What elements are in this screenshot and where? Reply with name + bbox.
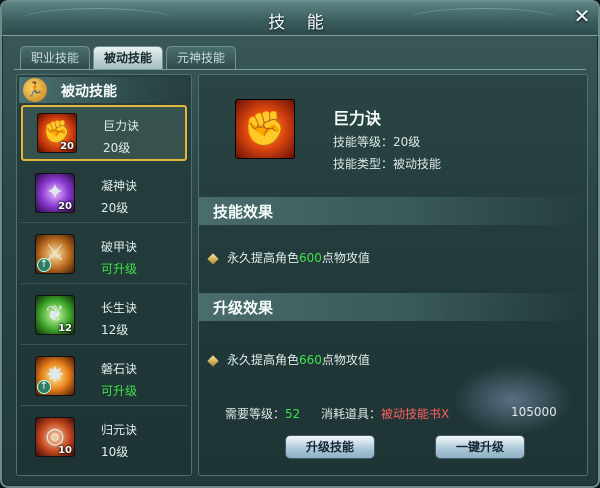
rock-icon: ✸ ↑ <box>35 356 75 396</box>
skill-item-julijue[interactable]: ✊ 20 巨力诀 20级 <box>21 105 187 161</box>
tab-bar: 职业技能 被动技能 元神技能 <box>20 46 237 70</box>
skill-level: 20级 <box>101 201 129 215</box>
effect-value: 600 <box>299 251 322 265</box>
bullet-diamond-icon <box>207 252 219 265</box>
tab-spirit-skills[interactable]: 元神技能 <box>166 46 237 70</box>
close-icon[interactable]: ✕ <box>570 5 594 29</box>
title-bar: 技 能 ✕ <box>2 2 598 36</box>
purple-spirit-icon: ✦ 20 <box>35 173 75 213</box>
skill-level: 可升级 <box>101 262 138 276</box>
skill-item-panshijue[interactable]: ✸ ↑ 磐石诀 可升级 <box>21 350 187 406</box>
fist-icon: ✊ <box>235 99 295 159</box>
armor-break-icon: ⚔ ↑ <box>35 234 75 274</box>
consume-item: 消耗道具：被动技能书X <box>321 407 450 421</box>
upgrade-section-header: 升级效果 <box>199 293 587 321</box>
skill-item-guiyuanjue[interactable]: ◎ 10 归元诀 10级 <box>21 411 187 467</box>
skill-name: 长生诀 <box>101 301 138 315</box>
effect-section-header: 技能效果 <box>199 197 587 225</box>
skill-name: 磐石诀 <box>101 362 138 376</box>
skill-name: 凝神诀 <box>101 179 138 193</box>
runner-icon: 🏃 <box>23 78 47 102</box>
skill-level: 12级 <box>101 323 129 337</box>
upgrade-effect-value: 660 <box>299 353 322 367</box>
skills-window: 技 能 ✕ 职业技能 被动技能 元神技能 🏃 被动技能 ✊ 20 巨力诀 20级… <box>0 0 600 488</box>
upgrade-effect-line: 永久提高角色660点物攻值 <box>207 351 370 368</box>
skill-name: 破甲诀 <box>101 240 138 254</box>
leaf-icon: ❦ 12 <box>35 295 75 335</box>
upgrade-arrow-icon: ↑ <box>37 380 51 394</box>
detail-skill-type: 技能类型：被动技能 <box>333 157 442 171</box>
skill-level: 可升级 <box>101 384 138 398</box>
one-key-upgrade-button[interactable]: 一键升级 <box>435 435 525 459</box>
detail-skill-level: 技能等级：20级 <box>333 135 421 149</box>
tab-passive-skills[interactable]: 被动技能 <box>93 46 164 70</box>
effect-line: 永久提高角色600点物攻值 <box>207 249 370 266</box>
orb-icon: ◎ 10 <box>35 417 75 457</box>
required-level: 需要等级：52 <box>225 407 301 421</box>
detail-skill-name: 巨力诀 <box>333 109 382 128</box>
blurred-overlay <box>453 365 573 435</box>
skill-badge: 20 <box>58 201 72 212</box>
skill-item-pojiajue[interactable]: ⚔ ↑ 破甲诀 可升级 <box>21 228 187 284</box>
window-title: 技 能 <box>268 13 332 33</box>
upgrade-arrow-icon: ↑ <box>37 258 51 272</box>
skill-list-header: 🏃 被动技能 <box>19 77 189 103</box>
skill-badge: 10 <box>58 445 72 456</box>
tab-class-skills[interactable]: 职业技能 <box>20 46 91 70</box>
skill-list-panel: 🏃 被动技能 ✊ 20 巨力诀 20级 ✦ 20 凝神诀 20级 ⚔ ↑ 破甲诀 <box>16 74 192 476</box>
effect-section-title: 技能效果 <box>213 203 274 221</box>
skill-level: 20级 <box>103 141 131 155</box>
consume-cost: 105000 <box>511 405 557 419</box>
upgrade-skill-button[interactable]: 升级技能 <box>285 435 375 459</box>
skill-item-changshengjue[interactable]: ❦ 12 长生诀 12级 <box>21 289 187 345</box>
skill-name: 归元诀 <box>101 423 138 437</box>
skill-name: 巨力诀 <box>103 119 140 133</box>
skill-detail-panel: ✊ 巨力诀 技能等级：20级 技能类型：被动技能 技能效果 永久提高角色600点… <box>198 74 588 476</box>
fist-icon: ✊ 20 <box>37 113 77 153</box>
skill-level: 10级 <box>101 445 129 459</box>
bullet-diamond-icon <box>207 354 219 367</box>
skill-item-ningshenjue[interactable]: ✦ 20 凝神诀 20级 <box>21 167 187 223</box>
skill-badge: 20 <box>60 141 74 152</box>
skill-badge: 12 <box>58 323 72 334</box>
tab-divider <box>14 69 586 70</box>
skill-list-title: 被动技能 <box>61 84 117 100</box>
upgrade-section-title: 升级效果 <box>213 299 274 317</box>
